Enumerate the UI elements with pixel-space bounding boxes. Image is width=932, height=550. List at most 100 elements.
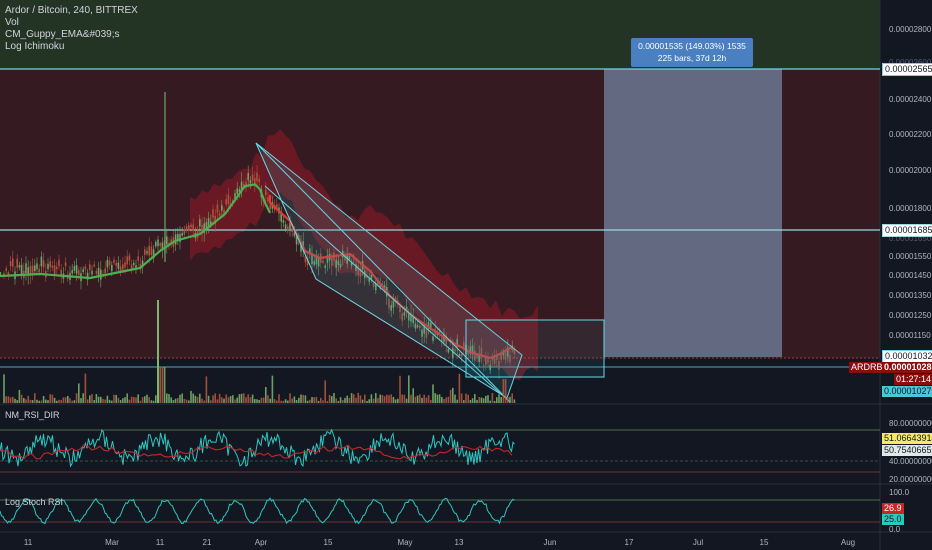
candle-body xyxy=(34,265,36,272)
volume-bar xyxy=(293,396,296,403)
volume-bar xyxy=(78,383,80,403)
volume-bar xyxy=(337,400,340,403)
chart-stage[interactable]: Ardor / Bitcoin, 240, BITTREX Vol CM_Gup… xyxy=(0,0,932,550)
volume-bar xyxy=(256,399,258,403)
volume-bar xyxy=(375,393,377,403)
volume-bar xyxy=(445,397,447,403)
candle-body xyxy=(31,265,34,273)
price-label: 0.00001450 xyxy=(889,271,932,280)
volume-bar xyxy=(381,395,384,403)
volume-bar xyxy=(128,399,131,403)
volume-bar xyxy=(223,398,225,403)
candle-body xyxy=(183,229,186,235)
volume-bar xyxy=(300,394,302,403)
stoch-k-line xyxy=(0,497,515,525)
volume-bar xyxy=(106,395,109,403)
volume-bar xyxy=(412,388,414,403)
volume-bar xyxy=(280,400,282,403)
candle-body xyxy=(5,268,7,271)
volume-bar xyxy=(234,399,236,403)
volume-bar xyxy=(485,395,487,403)
volume-bar xyxy=(185,399,188,403)
candle-body xyxy=(111,264,113,272)
candle-body xyxy=(265,189,267,196)
stoch-value-2: 25.0 xyxy=(882,514,904,525)
candle-body xyxy=(247,173,249,181)
volume-bar xyxy=(113,394,115,403)
rsi-title[interactable]: NM_RSI_DIR xyxy=(5,410,60,421)
candle-body xyxy=(51,265,54,268)
volume-bar xyxy=(498,394,500,403)
volume-bar xyxy=(102,398,104,403)
stoch-title[interactable]: Log Stoch RSI xyxy=(5,497,63,508)
volume-bar xyxy=(56,400,58,403)
volume-bar xyxy=(23,397,25,403)
indicator-vol[interactable]: Vol xyxy=(5,17,19,28)
volume-bar xyxy=(425,397,428,403)
volume-bar xyxy=(467,394,469,403)
volume-bar xyxy=(465,393,467,403)
volume-bar xyxy=(89,395,91,403)
price-label: 0.00001150 xyxy=(889,331,931,340)
volume-bar xyxy=(430,399,432,403)
candle-body xyxy=(18,265,21,268)
volume-bar xyxy=(423,394,425,403)
candle-body xyxy=(130,264,133,270)
volume-bar xyxy=(240,393,243,403)
candle-body xyxy=(251,174,254,181)
volume-bar xyxy=(93,400,95,403)
rsi-value-2: 50.75406653 xyxy=(882,445,932,456)
measure-box[interactable] xyxy=(604,69,782,357)
volume-bar xyxy=(91,394,93,403)
candle-body xyxy=(212,209,214,218)
volume-bar xyxy=(416,395,419,403)
volume-bar xyxy=(159,367,161,403)
volume-bar xyxy=(436,394,439,403)
candle-body xyxy=(84,266,87,270)
time-label: Aug xyxy=(840,538,856,547)
volume-bar xyxy=(355,397,357,403)
volume-bar xyxy=(463,400,465,403)
volume-bar xyxy=(342,400,344,403)
volume-bar xyxy=(155,395,157,403)
volume-bar xyxy=(73,400,76,403)
volume-bar xyxy=(346,395,348,403)
volume-bar xyxy=(207,395,210,403)
volume-bar xyxy=(152,400,155,403)
volume-bar xyxy=(364,394,366,403)
price-label: 0.00002000 xyxy=(889,166,932,175)
volume-bar xyxy=(447,396,450,403)
indicator-ichimoku[interactable]: Log Ichimoku xyxy=(5,41,64,52)
indicator-guppy[interactable]: CM_Guppy_EMA&#039;s xyxy=(5,29,120,40)
volume-bar xyxy=(12,396,14,403)
volume-bar xyxy=(214,393,216,403)
volume-bar xyxy=(262,397,265,403)
candle-body xyxy=(49,261,51,268)
time-label: 11 xyxy=(155,538,165,547)
volume-bar xyxy=(438,394,441,403)
volume-bar xyxy=(320,397,322,403)
volume-bar xyxy=(212,395,214,403)
volume-bar xyxy=(67,395,69,403)
rsi-level-label: 40.00000000 xyxy=(889,457,932,466)
upper-line-tag: 0.00002565 xyxy=(882,63,932,76)
candle-body xyxy=(40,256,43,267)
volume-bar xyxy=(410,394,412,403)
volume-bar xyxy=(408,375,410,403)
time-label: 11 xyxy=(23,538,33,547)
candle-body xyxy=(47,263,49,270)
volume-bar xyxy=(405,398,408,403)
volume-bar xyxy=(179,394,181,403)
volume-bar xyxy=(38,400,40,403)
volume-bar xyxy=(377,398,379,403)
volume-bar xyxy=(359,395,362,403)
volume-bar xyxy=(504,379,507,403)
volume-bar xyxy=(383,396,386,403)
volume-bar xyxy=(188,400,190,403)
volume-bar xyxy=(36,399,38,403)
candle-body xyxy=(199,219,201,227)
volume-bar xyxy=(181,393,183,403)
price-chart[interactable] xyxy=(0,0,932,550)
consolidation-box[interactable] xyxy=(465,319,605,378)
candle-body xyxy=(122,264,124,270)
